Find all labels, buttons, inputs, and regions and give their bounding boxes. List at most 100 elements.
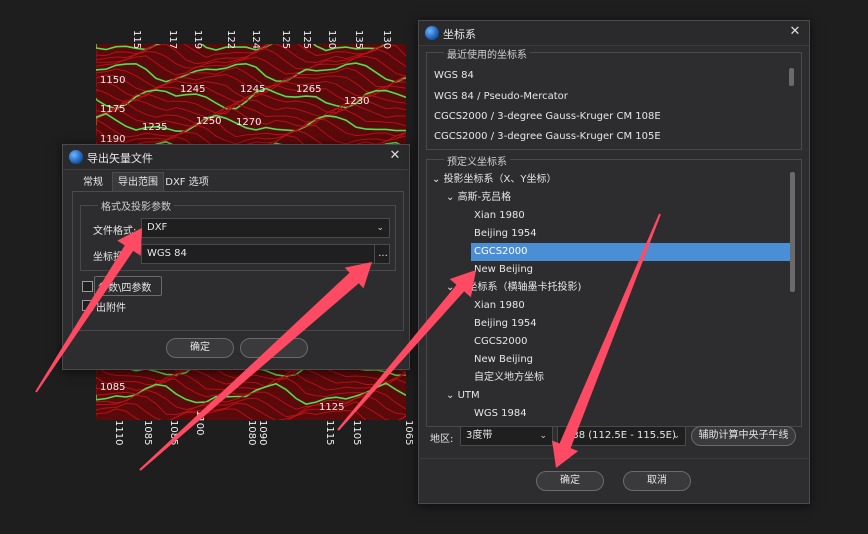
predefined-crs-title: 预定义坐标系	[444, 153, 510, 168]
map-bottom-label: 1080	[246, 420, 257, 446]
map-left-label: 1085	[100, 382, 126, 393]
param-checkbox-label: 参数\四参数	[98, 283, 152, 294]
tree-leaf[interactable]: New Beijing	[474, 261, 533, 279]
map-top-label: 125	[301, 30, 312, 50]
map-top-label: 115	[131, 30, 142, 50]
map-top-label: 135	[353, 30, 364, 50]
map-top-label: 125	[280, 30, 291, 50]
zone-select[interactable]: e 38 (112.5E - 115.5E) ⌄	[557, 426, 686, 446]
crs-dialog-titlebar[interactable]: 坐标系 ✕	[419, 21, 809, 46]
tab-general[interactable]: 常规	[74, 174, 112, 191]
list-item[interactable]: CGCS2000 / 3-degree Gauss-Kruger CM 108E	[430, 107, 786, 127]
chevron-down-icon: ⌄	[539, 431, 547, 441]
cancel-button[interactable]: 取消	[623, 471, 691, 491]
map-contour-label: 1235	[142, 122, 168, 133]
zone-value: e 38 (112.5E - 115.5E)	[563, 430, 676, 441]
map-left-label: 1175	[100, 104, 126, 115]
export-dialog-title: 导出矢量文件	[87, 152, 153, 165]
app-logo-icon	[425, 26, 439, 40]
map-contour-label: 1245	[240, 84, 266, 95]
ok-button[interactable]: 确定	[166, 338, 234, 358]
map-bottom-label: 1110	[113, 420, 124, 446]
tree-leaf[interactable]: Beijing 1954	[474, 315, 537, 333]
tree-leaf-selected[interactable]: CGCS2000	[471, 243, 791, 261]
export-attachment-checkbox[interactable]	[82, 300, 93, 311]
tree-leaf[interactable]: Beijing 1954	[474, 225, 537, 243]
recent-crs-title: 最近使用的坐标系	[444, 46, 530, 61]
format-projection-group-title: 格式及投影参数	[98, 198, 174, 213]
map-bottom-label: 1105	[351, 420, 362, 446]
list-item[interactable]: WGS 84	[430, 66, 786, 86]
chevron-down-icon: ⌄	[432, 174, 444, 185]
map-top-label: 130	[381, 30, 392, 50]
seven-param-checkbox[interactable]	[82, 281, 93, 292]
attachment-checkbox-label: 出附件	[96, 303, 126, 314]
tree-leaf[interactable]: WGS 1984	[474, 405, 527, 422]
map-contour-label: 1230	[344, 96, 370, 107]
tree-leaf[interactable]: New Beijing	[474, 351, 533, 369]
app-logo-icon	[69, 150, 83, 164]
tree-leaf[interactable]: 自定义地方坐标	[474, 369, 544, 387]
tree-scrollbar[interactable]	[790, 172, 795, 292]
list-item[interactable]: CGCS2000 / 3-degree Gauss-Kruger CM 105E	[430, 127, 786, 146]
map-top-label: 117	[167, 30, 178, 50]
file-format-select[interactable]: DXF ⌄	[141, 218, 390, 238]
cancel-button[interactable]	[240, 338, 308, 358]
map-bottom-label: 1085	[168, 420, 179, 446]
tree-node-label: 投影坐标系（X、Y坐标）	[443, 174, 557, 185]
tree-node-gauss[interactable]: ⌄ 高斯-克吕格	[446, 189, 511, 207]
crs-tree[interactable]: ⌄ 投影坐标系（X、Y坐标） ⌄ 高斯-克吕格 Xian 1980 Beijin…	[428, 170, 798, 422]
tree-node-label: UTM	[457, 390, 480, 401]
tree-node-label: 方坐标系（横轴墨卡托投影)	[457, 282, 582, 293]
chevron-down-icon: ⌄	[672, 431, 680, 441]
map-bottom-label: 1065	[403, 420, 414, 446]
export-dialog-titlebar[interactable]: 导出矢量文件 ✕	[63, 145, 409, 170]
map-bottom-label: 1100	[194, 410, 205, 436]
tab-export-range[interactable]: 导出范围	[112, 174, 164, 191]
recent-scrollbar[interactable]	[789, 68, 794, 86]
map-contour-label: 1245	[180, 84, 206, 95]
chevron-down-icon: ⌄	[446, 390, 458, 401]
screenshot-frame: 115 117 119 122 124 125 125 130 135 130 …	[0, 0, 868, 534]
map-contour-label: 1125	[319, 402, 345, 413]
ok-button[interactable]: 确定	[536, 471, 604, 491]
zone-type-select[interactable]: 3度带 ⌄	[460, 426, 553, 446]
map-left-label: 1150	[100, 75, 126, 86]
file-format-value: DXF	[147, 222, 168, 233]
region-label: 地区:	[430, 434, 454, 445]
recent-crs-list[interactable]: WGS 84 WGS 84 / Pseudo-Mercator CGCS2000…	[430, 66, 796, 146]
tree-node-local[interactable]: ⌄ 方坐标系（横轴墨卡托投影)	[446, 279, 581, 297]
map-top-label: 124	[250, 30, 261, 50]
map-bottom-label: 1115	[324, 420, 335, 446]
tree-leaf[interactable]: Xian 1980	[474, 207, 525, 225]
crs-dialog-title: 坐标系	[443, 28, 476, 41]
chevron-down-icon: ⌄	[446, 192, 458, 203]
map-top-label: 119	[192, 30, 203, 50]
list-item[interactable]: WGS 84 / Pseudo-Mercator	[430, 87, 786, 107]
crs-browse-button[interactable]: ...	[374, 244, 390, 264]
divider	[418, 458, 810, 459]
map-bottom-label: 1085	[142, 420, 153, 446]
map-top-label: 122	[225, 30, 236, 50]
tree-node-utm[interactable]: ⌄ UTM	[446, 387, 480, 405]
crs-field[interactable]: WGS 84	[141, 244, 375, 264]
tree-leaf[interactable]: Xian 1980	[474, 297, 525, 315]
zone-type-value: 3度带	[466, 430, 493, 441]
map-bottom-label: 1090	[257, 420, 268, 446]
crs-label: 坐标投	[93, 252, 123, 263]
tab-dxf-options[interactable]: DXF 选项	[164, 174, 210, 191]
map-contour-label: 1270	[236, 117, 262, 128]
crs-value: WGS 84	[147, 248, 187, 259]
close-icon[interactable]: ✕	[787, 24, 803, 40]
tree-node-projected[interactable]: ⌄ 投影坐标系（X、Y坐标）	[432, 171, 557, 189]
chevron-down-icon: ⌄	[376, 223, 384, 233]
tree-node-label: 高斯-克吕格	[457, 192, 512, 203]
map-contour-label: 1265	[296, 84, 322, 95]
map-top-label: 130	[326, 30, 337, 50]
close-icon[interactable]: ✕	[387, 148, 403, 164]
chevron-down-icon: ⌄	[446, 282, 458, 293]
tree-leaf[interactable]: CGCS2000	[474, 333, 528, 351]
calc-central-meridian-button[interactable]: 辅助计算中央子午线	[691, 426, 796, 446]
map-contour-label: 1250	[196, 116, 222, 127]
file-format-label: 文件格式:	[93, 226, 137, 237]
